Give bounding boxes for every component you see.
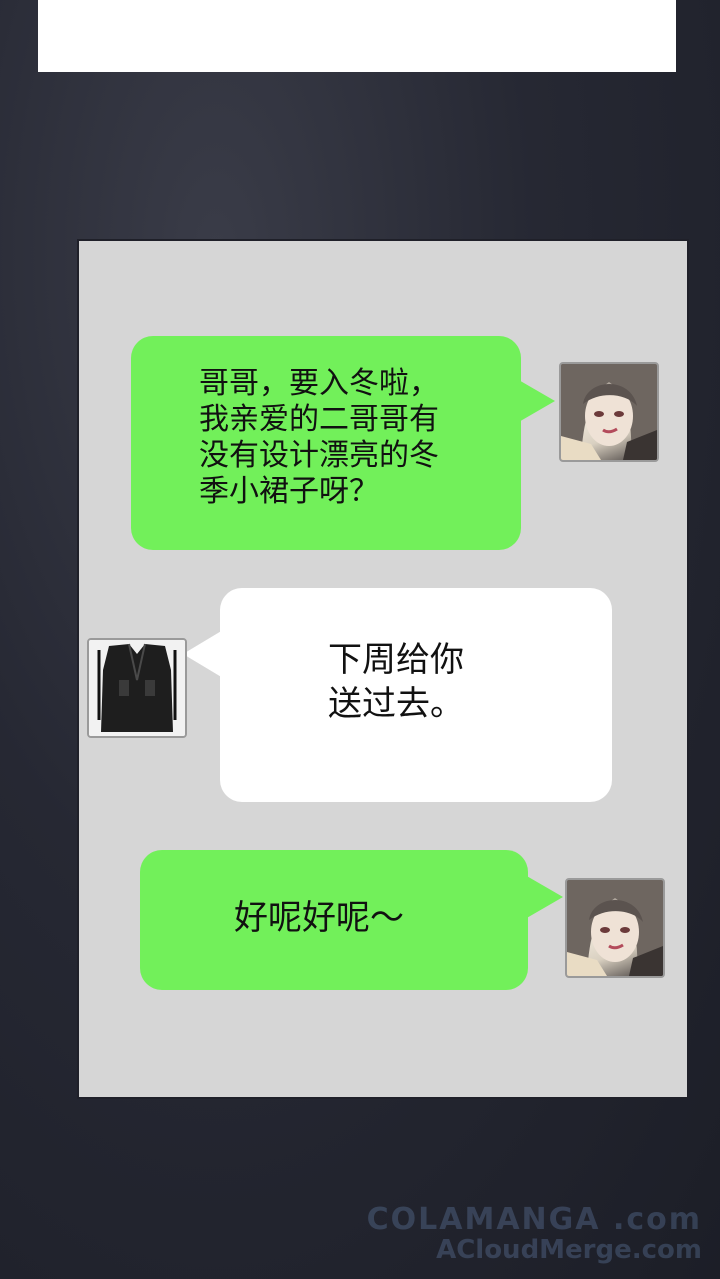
message-bubble-3: 好呢好呢～	[140, 850, 528, 990]
message-text-3: 好呢好呢～	[234, 898, 404, 938]
message-text-1: 哥哥，要入冬啦， 我亲爱的二哥哥有 没有设计漂亮的冬 季小裙子呀？	[199, 366, 439, 509]
girl-avatar-2[interactable]	[565, 878, 665, 978]
top-white-panel	[38, 0, 676, 72]
bubble-tail-1	[517, 379, 555, 423]
message-bubble-2: 下周给你 送过去。	[220, 588, 612, 802]
message-text-2: 下周给你 送过去。	[328, 640, 464, 724]
watermark-line-2: ACloudMerge.com	[436, 1235, 702, 1265]
watermark-line-1: COLAMANGA .com	[366, 1202, 702, 1237]
watermark: COLAMANGA .com ACloudMerge.com	[366, 1202, 702, 1266]
black-coat-icon	[89, 640, 185, 736]
bubble-tail-2	[183, 630, 223, 678]
girl-portrait-icon	[567, 880, 663, 976]
bubble-tail-3	[525, 875, 563, 919]
girl-portrait-icon	[561, 364, 657, 460]
coat-avatar[interactable]	[87, 638, 187, 738]
girl-avatar-1[interactable]	[559, 362, 659, 462]
chat-panel: 哥哥，要入冬啦， 我亲爱的二哥哥有 没有设计漂亮的冬 季小裙子呀？ 下周给你 送…	[79, 241, 687, 1097]
message-bubble-1: 哥哥，要入冬啦， 我亲爱的二哥哥有 没有设计漂亮的冬 季小裙子呀？	[131, 336, 521, 550]
